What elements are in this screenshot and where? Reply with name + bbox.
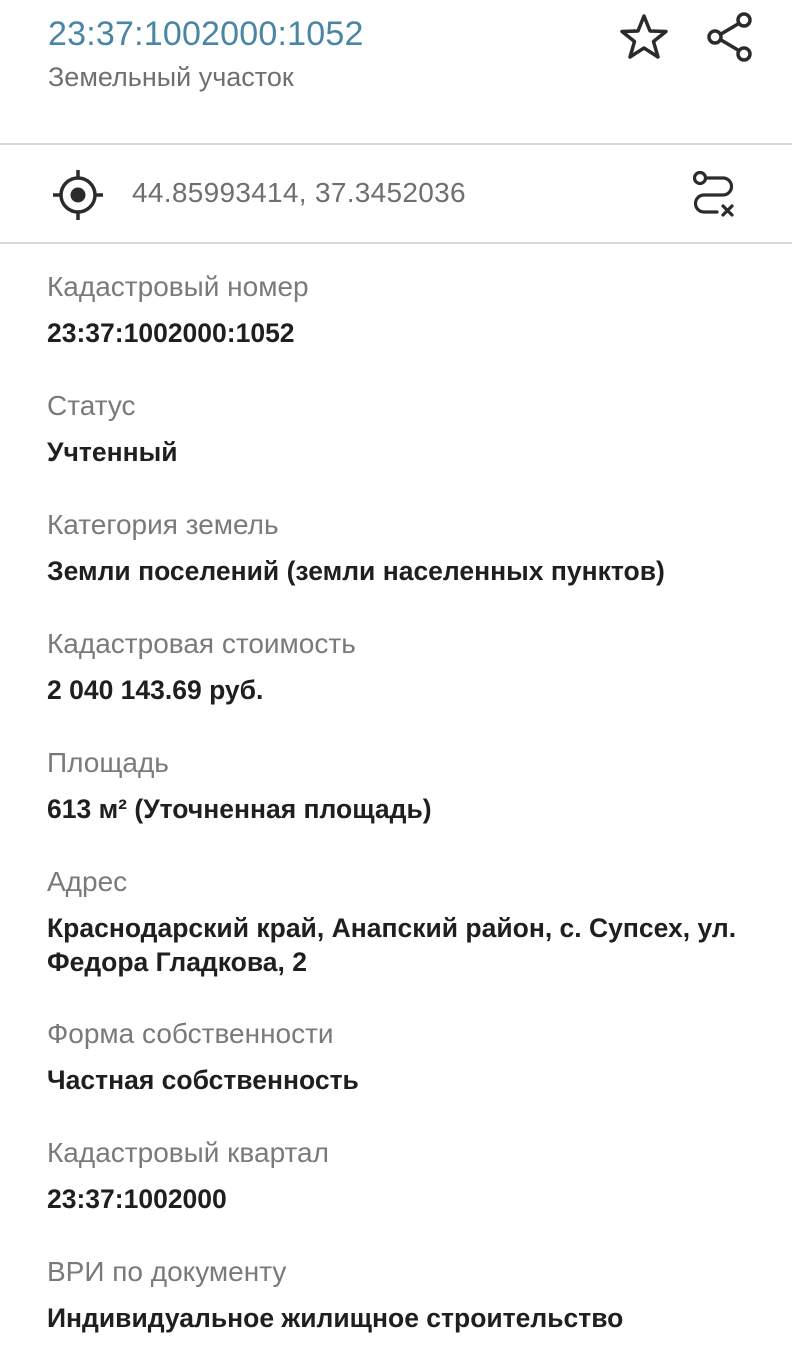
locate-button[interactable]	[48, 165, 108, 225]
field-address: Адрес Краснодарский край, Анапский район…	[47, 865, 757, 979]
field-label: Кадастровый номер	[47, 271, 309, 302]
field-value: 23:37:1002000	[47, 1184, 227, 1214]
field-label: Форма собственности	[47, 1018, 334, 1049]
field-value: 2 040 143.69 руб.	[47, 675, 264, 705]
route-button[interactable]	[684, 165, 744, 225]
field-value: 23:37:1002000:1052	[47, 318, 295, 348]
share-button[interactable]	[700, 8, 760, 66]
field-area: Площадь 613 м² (Уточненная площадь)	[47, 746, 757, 826]
field-cadastral-number: Кадастровый номер 23:37:1002000:1052	[47, 270, 757, 350]
page-title: 23:37:1002000:1052	[48, 15, 364, 53]
field-value: Учтенный	[47, 437, 178, 467]
coordinates-row: 44.85993414, 37.3452036	[0, 145, 792, 242]
field-value: Индивидуальное жилищное строительство	[47, 1303, 624, 1333]
field-label: Кадастровая стоимость	[47, 628, 356, 659]
field-cadastral-quarter: Кадастровый квартал 23:37:1002000	[47, 1136, 757, 1216]
field-ownership: Форма собственности Частная собственност…	[47, 1017, 757, 1097]
field-label: Кадастровый квартал	[47, 1137, 329, 1168]
field-value: Земли поселений (земли населенных пункто…	[47, 556, 665, 586]
field-status: Статус Учтенный	[47, 389, 757, 469]
field-label: ВРИ по документу	[47, 1256, 287, 1287]
star-outline-icon	[620, 14, 668, 59]
page-subtitle: Земельный участок	[48, 62, 294, 92]
field-label: Категория земель	[47, 509, 279, 540]
field-value: Краснодарский край, Анапский район, с. С…	[47, 913, 737, 977]
field-permitted-use: ВРИ по документу Индивидуальное жилищное…	[47, 1255, 757, 1335]
route-clear-icon	[692, 170, 734, 217]
field-cadastral-value: Кадастровая стоимость 2 040 143.69 руб.	[47, 627, 757, 707]
crosshair-target-icon	[53, 170, 103, 220]
field-label: Статус	[47, 390, 136, 421]
field-label: Площадь	[47, 747, 169, 778]
field-value: Частная собственность	[47, 1065, 359, 1095]
coordinates-divider	[0, 242, 792, 244]
share-icon	[707, 12, 752, 62]
header: 23:37:1002000:1052 Земельный участок	[0, 0, 792, 143]
coordinates-text[interactable]: 44.85993414, 37.3452036	[132, 175, 466, 211]
field-land-category: Категория земель Земли поселений (земли …	[47, 508, 757, 588]
field-value: 613 м² (Уточненная площадь)	[47, 794, 432, 824]
favorite-button[interactable]	[614, 8, 674, 66]
field-label: Адрес	[47, 866, 128, 897]
